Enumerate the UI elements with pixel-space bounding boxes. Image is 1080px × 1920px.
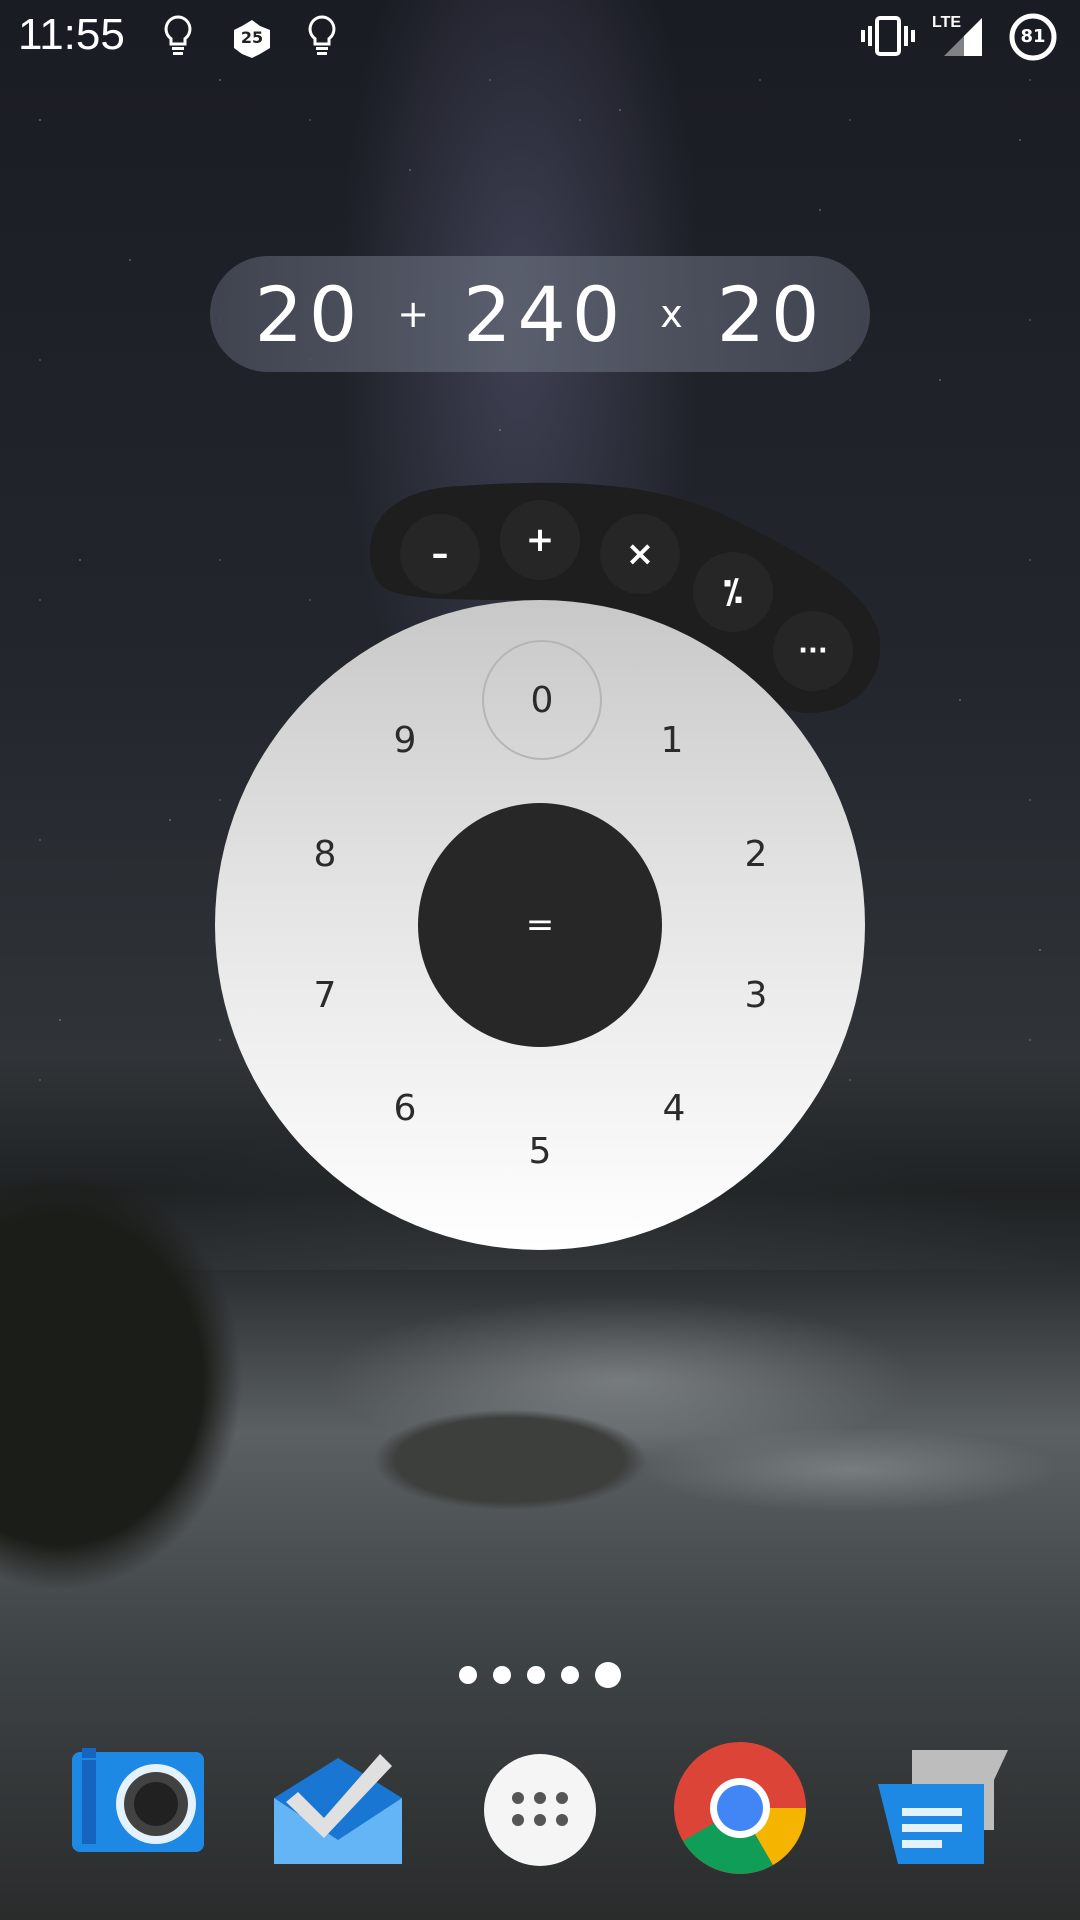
- camera-app-icon[interactable]: [68, 1740, 208, 1880]
- page-dot[interactable]: [527, 1666, 545, 1684]
- page-indicator: [0, 1660, 1080, 1690]
- divide-button[interactable]: ⁒: [693, 552, 773, 632]
- status-bar: 11:55 25 LTE 81: [0, 0, 1080, 72]
- lte-signal-icon: LTE: [932, 14, 984, 62]
- multiply-button[interactable]: ×: [600, 514, 680, 594]
- calculator-display: 20 + 240 x 20: [210, 256, 870, 372]
- messages-app-icon[interactable]: [872, 1740, 1012, 1880]
- vibrate-icon: [860, 16, 916, 60]
- battery-level: 81: [1020, 26, 1046, 47]
- notification-badge-count: 25: [240, 28, 264, 47]
- app-dock: [0, 1740, 1080, 1880]
- more-button[interactable]: ···: [773, 611, 853, 691]
- page-dot[interactable]: [459, 1666, 477, 1684]
- display-operator: x: [660, 292, 683, 336]
- display-operand: 240: [463, 269, 627, 359]
- app-drawer-icon[interactable]: [470, 1740, 610, 1880]
- digit-9-button[interactable]: 9: [365, 700, 445, 780]
- equals-button[interactable]: =: [418, 803, 662, 1047]
- page-dot[interactable]: [561, 1666, 579, 1684]
- digit-4-button[interactable]: 4: [634, 1068, 714, 1148]
- page-dot[interactable]: [493, 1666, 511, 1684]
- chrome-app-icon[interactable]: [670, 1740, 810, 1880]
- wallpaper-rock: [320, 1380, 700, 1530]
- plus-button[interactable]: +: [500, 500, 580, 580]
- digit-1-button[interactable]: 1: [632, 700, 712, 780]
- rotary-dial[interactable]: 0 1 2 3 4 5 6 7 8 9 =: [215, 600, 865, 1250]
- minus-button[interactable]: –: [400, 514, 480, 594]
- lightbulb-icon: [304, 14, 340, 62]
- digit-3-button[interactable]: 3: [716, 955, 796, 1035]
- inbox-app-icon[interactable]: [268, 1740, 408, 1880]
- battery-icon: 81: [1008, 12, 1058, 66]
- display-operator: +: [397, 292, 430, 336]
- status-time: 11:55: [18, 10, 125, 59]
- page-dot-active[interactable]: [595, 1662, 621, 1688]
- wallpaper-cliff: [0, 1180, 320, 1640]
- display-operand: 20: [716, 269, 826, 359]
- digit-7-button[interactable]: 7: [285, 955, 365, 1035]
- display-operand: 20: [254, 269, 364, 359]
- network-type: LTE: [932, 14, 962, 31]
- digit-0-button[interactable]: 0: [482, 640, 602, 760]
- lightbulb-icon: [160, 14, 196, 62]
- notification-badge-icon: 25: [230, 18, 274, 64]
- digit-8-button[interactable]: 8: [285, 814, 365, 894]
- digit-5-button[interactable]: 5: [500, 1111, 580, 1191]
- digit-6-button[interactable]: 6: [365, 1068, 445, 1148]
- digit-2-button[interactable]: 2: [716, 814, 796, 894]
